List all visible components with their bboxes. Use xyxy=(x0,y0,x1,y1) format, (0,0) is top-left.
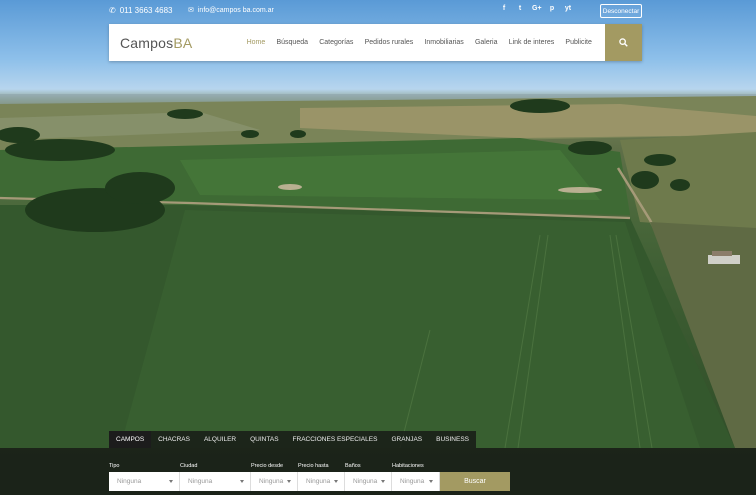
nav-item-pedidos-rurales[interactable]: Pedidos rurales xyxy=(359,39,419,46)
logo-accent-text: BA xyxy=(173,35,193,51)
tab-quintas[interactable]: QUINTAS xyxy=(243,431,286,448)
select-banos-value: Ninguna xyxy=(353,478,378,485)
select-precio-desde-value: Ninguna xyxy=(259,478,284,485)
nav-item-publicite[interactable]: Publicite xyxy=(560,39,598,46)
email-address: info@campos ba.com.ar xyxy=(197,6,274,14)
select-precio-desde[interactable]: Ninguna xyxy=(251,472,298,491)
tab-granjas[interactable]: GRANJAS xyxy=(384,431,430,448)
select-tipo[interactable]: Ninguna xyxy=(109,472,180,491)
tab-fracciones-especiales[interactable]: FRACCIONES ESPECIALES xyxy=(285,431,385,448)
email-contact[interactable]: ✉ info@campos ba.com.ar xyxy=(188,6,274,15)
chevron-down-icon xyxy=(240,480,244,483)
label-habitaciones: Habitaciones xyxy=(392,463,424,469)
nav-menu: Home Búsqueda Categorías Pedidos rurales… xyxy=(241,24,597,61)
social-links: f t G+ p yt xyxy=(500,5,572,12)
search-icon xyxy=(619,38,628,47)
nav-item-inmobiliarias[interactable]: Inmobiliarias xyxy=(419,39,469,46)
nav-item-links[interactable]: Link de interes xyxy=(503,39,560,46)
chevron-down-icon xyxy=(429,480,433,483)
search-submit-button[interactable]: Buscar xyxy=(440,472,510,491)
chevron-down-icon xyxy=(334,480,338,483)
label-banos: Baños xyxy=(345,463,361,469)
chevron-down-icon xyxy=(169,480,173,483)
phone-icon: ✆ xyxy=(109,6,116,15)
label-precio-desde: Precio desde xyxy=(251,463,284,469)
chevron-down-icon xyxy=(381,480,385,483)
hero-landscape xyxy=(0,94,756,449)
select-ciudad[interactable]: Ninguna xyxy=(180,472,251,491)
nav-item-categorias[interactable]: Categorías xyxy=(314,39,359,46)
select-ciudad-value: Ninguna xyxy=(188,478,213,485)
select-precio-hasta-value: Ninguna xyxy=(306,478,331,485)
twitter-icon[interactable]: t xyxy=(516,5,524,12)
chevron-down-icon xyxy=(287,480,291,483)
select-precio-hasta[interactable]: Ninguna xyxy=(298,472,345,491)
phone-number: 011 3663 4683 xyxy=(119,6,173,15)
nav-item-busqueda[interactable]: Búsqueda xyxy=(271,39,314,46)
logout-button[interactable]: Desconectar xyxy=(600,4,642,18)
select-habitaciones[interactable]: Ninguna xyxy=(392,472,440,491)
nav-search-button[interactable] xyxy=(605,24,642,61)
label-precio-hasta: Precio hasta xyxy=(298,463,329,469)
facebook-icon[interactable]: f xyxy=(500,5,508,12)
main-navbar: CamposBA Home Búsqueda Categorías Pedido… xyxy=(109,24,642,61)
select-banos[interactable]: Ninguna xyxy=(345,472,392,491)
site-logo[interactable]: CamposBA xyxy=(120,35,192,51)
category-tabs: CAMPOS CHACRAS ALQUILER QUINTAS FRACCION… xyxy=(109,431,477,448)
nav-item-galeria[interactable]: Galeria xyxy=(469,39,503,46)
tab-business[interactable]: BUSINESS xyxy=(429,431,477,448)
tab-alquiler[interactable]: ALQUILER xyxy=(196,431,244,448)
tab-chacras[interactable]: CHACRAS xyxy=(151,431,197,448)
label-tipo: Tipo xyxy=(109,463,120,469)
nav-item-home[interactable]: Home xyxy=(241,39,271,46)
select-habitaciones-value: Ninguna xyxy=(400,478,425,485)
select-tipo-value: Ninguna xyxy=(117,478,142,485)
envelope-icon: ✉ xyxy=(188,7,194,14)
phone-contact[interactable]: ✆ 011 3663 4683 xyxy=(109,6,173,15)
youtube-icon[interactable]: yt xyxy=(564,5,572,12)
hero-aerial-field-image xyxy=(0,0,756,495)
tab-campos[interactable]: CAMPOS xyxy=(109,431,152,448)
pinterest-icon[interactable]: p xyxy=(548,5,556,12)
label-ciudad: Ciudad xyxy=(180,463,198,469)
google-plus-icon[interactable]: G+ xyxy=(532,5,542,12)
logo-main-text: Campos xyxy=(120,35,174,51)
top-bar: ✆ 011 3663 4683 ✉ info@campos ba.com.ar … xyxy=(0,0,756,24)
